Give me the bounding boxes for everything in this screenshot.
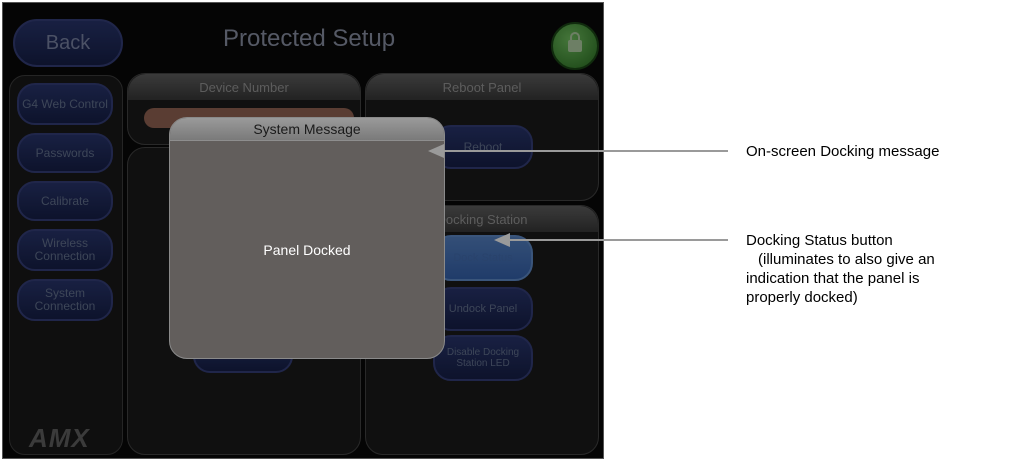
- undock-panel-button[interactable]: Undock Panel: [433, 287, 533, 331]
- reboot-button[interactable]: Reboot: [433, 125, 533, 169]
- sidebar-item-calibrate[interactable]: Calibrate: [17, 181, 113, 221]
- callout-docking-status-detail-2: indication that the panel is: [746, 270, 920, 287]
- dialog-title: System Message: [170, 118, 444, 141]
- system-message-dialog: System Message Panel Docked: [169, 117, 445, 359]
- callout-docking-status-detail-1: (illuminates to also give an: [758, 251, 935, 268]
- touch-panel-screen: Back Protected Setup G4 Web Control Pass…: [2, 2, 604, 459]
- disable-docking-led-button[interactable]: Disable Docking Station LED: [433, 335, 533, 381]
- sidebar-item-wireless-connection[interactable]: Wireless Connection: [17, 229, 113, 271]
- dock-status-button[interactable]: Dock Status: [433, 235, 533, 281]
- sidebar-item-g4-web-control[interactable]: G4 Web Control: [17, 83, 113, 125]
- sidebar-item-passwords[interactable]: Passwords: [17, 133, 113, 173]
- back-button[interactable]: Back: [13, 19, 123, 67]
- reboot-panel-title: Reboot Panel: [366, 74, 598, 100]
- dialog-message: Panel Docked: [263, 242, 351, 258]
- page-title: Protected Setup: [223, 25, 396, 52]
- lock-icon[interactable]: [551, 22, 599, 70]
- callout-docking-status-title: Docking Status button: [746, 232, 893, 249]
- callout-docking-message: On-screen Docking message: [746, 143, 940, 160]
- callout-docking-status-detail-3: properly docked): [746, 289, 858, 306]
- amx-logo: AMX: [29, 423, 90, 453]
- sidebar-item-system-connection[interactable]: System Connection: [17, 279, 113, 321]
- device-number-title: Device Number: [128, 74, 360, 100]
